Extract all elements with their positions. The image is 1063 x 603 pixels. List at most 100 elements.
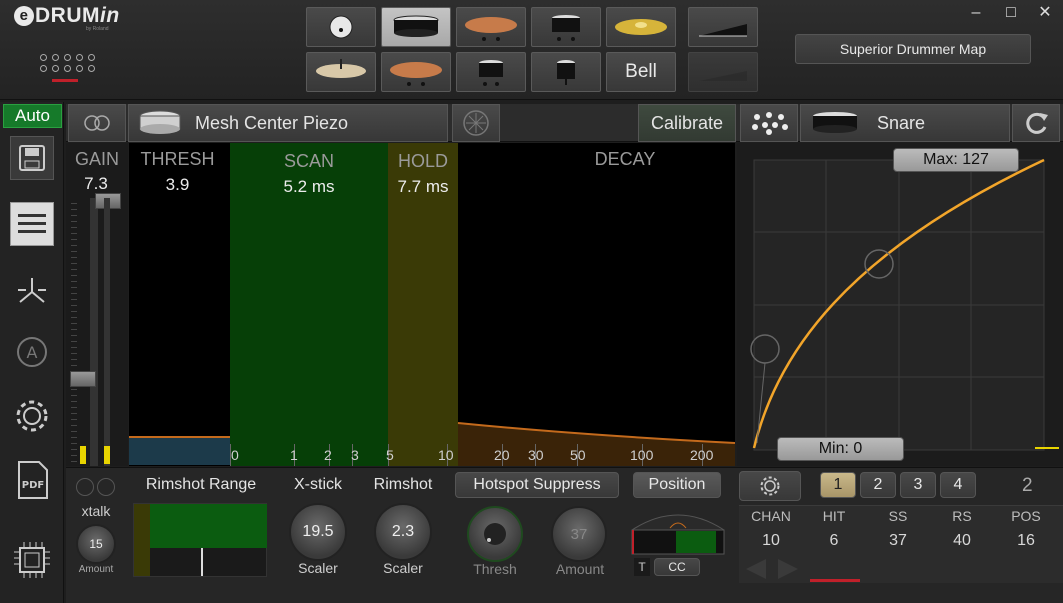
chip-icon: [14, 542, 50, 578]
svg-text:A: A: [27, 343, 38, 362]
page-1-button[interactable]: 1: [820, 472, 856, 498]
auto-button[interactable]: Auto: [3, 104, 62, 128]
auto-mode-button[interactable]: A: [10, 330, 54, 374]
midi-settings-button[interactable]: [739, 471, 801, 501]
pedal-icon: [699, 24, 747, 37]
hotspot-amount-knob[interactable]: 37: [551, 506, 607, 562]
kit-floor-tom-button[interactable]: [531, 52, 601, 92]
settings-button[interactable]: [10, 394, 54, 438]
kit-tom2-button[interactable]: [456, 52, 526, 92]
kit-tom-button[interactable]: [531, 7, 601, 47]
link-toggle-button[interactable]: [68, 104, 126, 142]
trigger-type-select[interactable]: Mesh Center Piezo: [128, 104, 448, 142]
axis-tick-5: 5: [386, 447, 394, 463]
threshold-slider-handle[interactable]: [70, 371, 96, 387]
pedal-icon: [699, 71, 747, 81]
kit-hihat-button[interactable]: [306, 52, 376, 92]
midi-rs-column[interactable]: RS 40: [936, 508, 988, 550]
kick-drum-icon: [329, 15, 353, 39]
link-rings-icon: [84, 115, 110, 131]
firmware-button[interactable]: [10, 538, 54, 582]
thresh-label: THRESH: [140, 149, 215, 169]
xstick-scaler-knob[interactable]: 19.5: [289, 503, 347, 561]
knob-pointer-icon: [484, 523, 506, 545]
level-meter-right: [104, 446, 110, 464]
position-cc-button[interactable]: CC: [654, 558, 700, 576]
hotspot-thresh-knob[interactable]: [467, 506, 523, 562]
xtalk-knob[interactable]: 15: [76, 524, 116, 564]
min-velocity-label[interactable]: Min: 0: [777, 437, 904, 461]
rimshot-scaler-knob[interactable]: 2.3: [374, 503, 432, 561]
kit-snare-button[interactable]: [381, 7, 451, 47]
gain-slider-track[interactable]: [90, 198, 98, 466]
channel-arrows-icon[interactable]: [742, 558, 802, 580]
velocity-curve[interactable]: [737, 143, 1063, 466]
gear-icon: [16, 400, 48, 432]
kit-pedal2-button[interactable]: [688, 52, 758, 92]
position-display: [631, 514, 725, 555]
page-2-button[interactable]: 2: [860, 472, 896, 498]
axis-tick-2: 2: [324, 447, 332, 463]
snare-drum-icon: [393, 15, 439, 37]
minimize-button[interactable]: –: [966, 4, 986, 22]
menu-list-button[interactable]: [10, 202, 54, 246]
tom-drum-icon: [552, 15, 580, 41]
midi-hit-column[interactable]: HIT 6: [808, 508, 860, 550]
max-velocity-label[interactable]: Max: 127: [893, 148, 1019, 172]
map-select-button[interactable]: Superior Drummer Map: [795, 34, 1031, 64]
decay-label: DECAY: [594, 149, 656, 169]
kit-cymbal-button[interactable]: [456, 7, 526, 47]
gain-value: 7.3: [84, 174, 108, 193]
brand-preset-button[interactable]: [452, 104, 500, 142]
split-arrows-icon: [18, 278, 46, 303]
maximize-button[interactable]: □: [1001, 4, 1021, 22]
kit-cymbal2-button[interactable]: [381, 52, 451, 92]
tom-drum-icon: [479, 60, 503, 86]
kit-kick-button[interactable]: [306, 7, 376, 47]
hotspot-amount-label: Amount: [555, 561, 605, 577]
xtalk-indicator-a: [76, 478, 94, 496]
midi-chan-column[interactable]: CHAN 10: [745, 508, 797, 550]
page-4-button[interactable]: 4: [940, 472, 976, 498]
rimshot-scaler-label: Scaler: [383, 560, 423, 576]
pdf-manual-button[interactable]: PDF: [10, 458, 54, 502]
midi-ss-column[interactable]: SS 37: [872, 508, 924, 550]
xstick-scaler-label: Scaler: [298, 560, 338, 576]
routing-button[interactable]: [10, 268, 54, 312]
rimshot-range-graph[interactable]: [133, 503, 267, 577]
page-3-button[interactable]: 3: [900, 472, 936, 498]
hotspot-thresh-label: Thresh: [473, 561, 517, 577]
floor-tom-icon: [557, 60, 575, 85]
hihat-icon: [316, 59, 366, 78]
scan-label: SCAN: [283, 151, 334, 171]
gain-label: GAIN: [74, 149, 119, 169]
midi-pos-column[interactable]: POS 16: [1000, 508, 1052, 550]
kit-ride-button[interactable]: [606, 7, 676, 47]
reset-button[interactable]: [1012, 104, 1060, 142]
position-t-toggle[interactable]: T: [634, 558, 650, 576]
close-button[interactable]: ✕: [1035, 4, 1055, 22]
pdf-icon: PDF: [18, 461, 48, 499]
xstick-label: X-stick: [294, 476, 342, 493]
crash-cymbal-icon: [465, 17, 517, 41]
letter-a-icon: A: [17, 337, 47, 367]
axis-tick-30: 30: [528, 447, 544, 463]
xtalk-label: xtalk: [81, 503, 111, 519]
position-button[interactable]: Position: [633, 472, 721, 498]
refresh-icon: [1026, 112, 1048, 134]
axis-tick-100: 100: [630, 447, 654, 463]
kit-bell-button[interactable]: Bell: [606, 52, 676, 92]
floppy-disk-icon: [19, 145, 45, 171]
scan-value: 5.2 ms: [283, 177, 335, 196]
kit-pedal-button[interactable]: [688, 7, 758, 47]
gain-meter-strip: GAIN 7.3: [66, 143, 128, 466]
axis-tick-10: 10: [438, 447, 454, 463]
calibrate-button[interactable]: Calibrate: [638, 104, 736, 142]
gear-icon: [760, 476, 780, 496]
save-button[interactable]: [10, 136, 54, 180]
pad-layout-button[interactable]: [740, 104, 798, 142]
hotspot-suppress-button[interactable]: Hotspot Suppress: [455, 472, 619, 498]
instrument-select[interactable]: Snare: [800, 104, 1010, 142]
thresh-value: 3.9: [165, 175, 190, 194]
cymbal-icon: [390, 62, 442, 86]
